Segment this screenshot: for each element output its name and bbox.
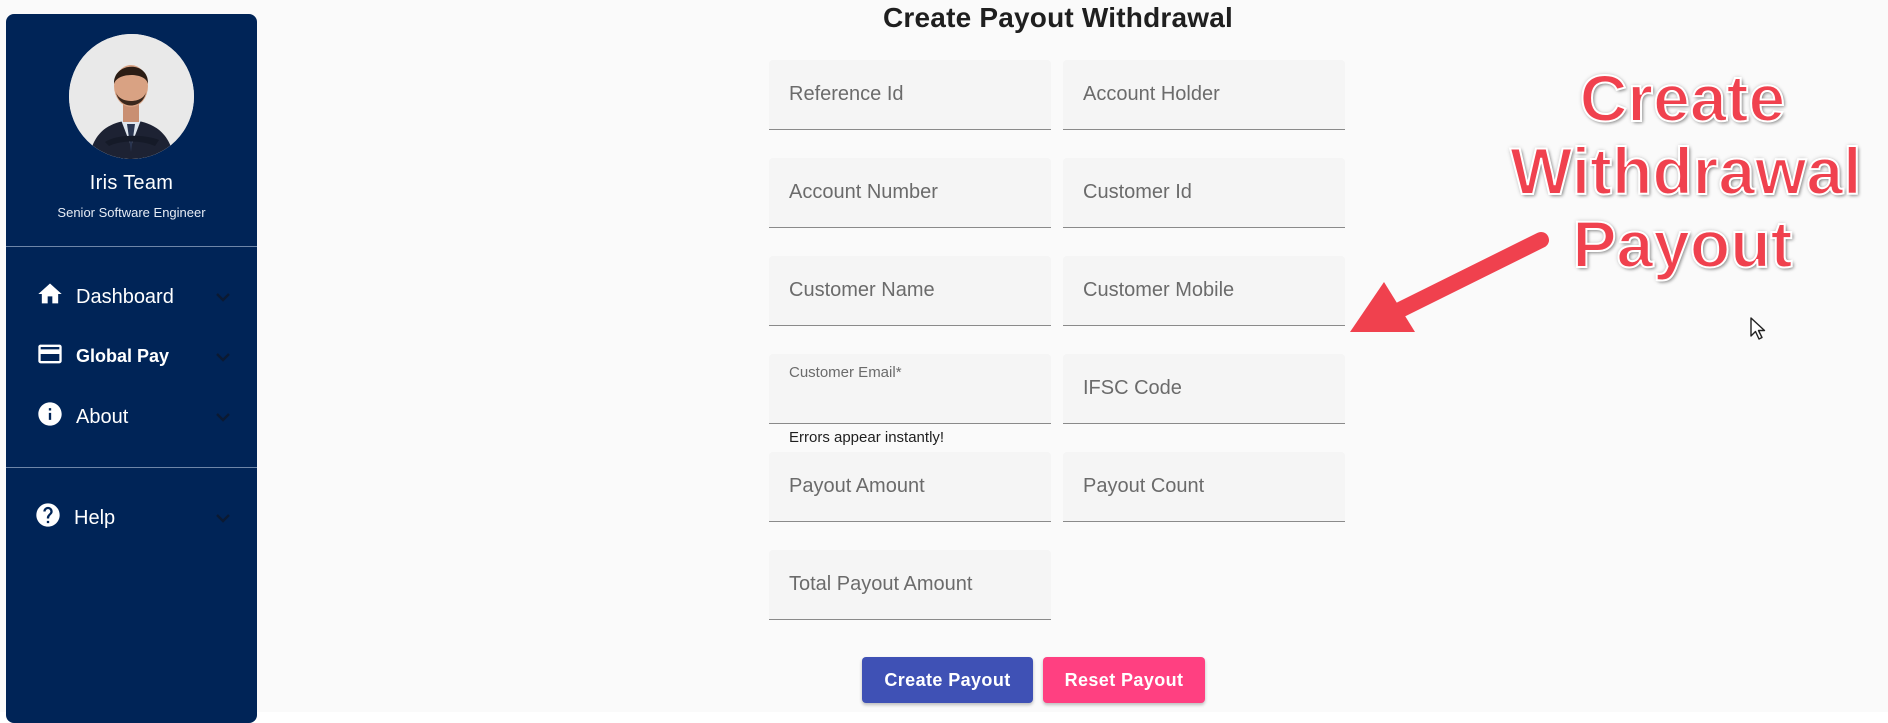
reference-id-input[interactable] (769, 60, 1051, 129)
chevron-down-icon (214, 350, 232, 364)
customer-id-field[interactable] (1063, 158, 1345, 228)
page-title: Create Payout Withdrawal (883, 2, 1233, 33)
account-number-input[interactable] (769, 158, 1051, 227)
sidebar-divider (6, 246, 257, 247)
chevron-down-icon (214, 290, 232, 304)
mouse-cursor-icon (1749, 316, 1767, 342)
sidebar: Iris Team Senior Software Engineer Dashb… (6, 14, 257, 723)
reset-payout-button[interactable]: Reset Payout (1043, 657, 1205, 703)
email-hint: Errors appear instantly! (789, 429, 945, 446)
sidebar-item-label: Dashboard (76, 286, 174, 308)
info-icon (36, 400, 64, 428)
credit-card-icon (36, 340, 64, 368)
annotation-line: Payout (1571, 207, 1793, 282)
account-holder-input[interactable] (1063, 60, 1345, 129)
reference-id-field[interactable] (769, 60, 1051, 130)
customer-name-field[interactable] (769, 256, 1051, 326)
user-name: Iris Team (89, 172, 174, 194)
sidebar-item-global-pay[interactable]: Global Pay (6, 340, 257, 380)
home-icon (36, 280, 64, 308)
total-payout-amount-input[interactable] (769, 550, 1051, 619)
customer-email-field[interactable]: Customer Email* (769, 354, 1051, 424)
chevron-down-icon (214, 511, 232, 525)
ifsc-code-input[interactable] (1063, 354, 1345, 423)
sidebar-item-dashboard[interactable]: Dashboard (6, 280, 257, 320)
payout-amount-input[interactable] (769, 452, 1051, 521)
annotation-arrow-icon (1340, 220, 1560, 340)
sidebar-item-label: Help (74, 507, 116, 529)
sidebar-item-about[interactable]: About (6, 400, 257, 440)
customer-mobile-input[interactable] (1063, 256, 1345, 325)
annotation-line: Create (1579, 61, 1786, 136)
annotation-line: Withdrawal (1509, 134, 1862, 209)
customer-id-input[interactable] (1063, 158, 1345, 227)
customer-email-input[interactable] (769, 354, 1051, 423)
account-holder-field[interactable] (1063, 60, 1345, 130)
sidebar-item-label: Global Pay (76, 346, 170, 366)
sidebar-item-label: About (76, 406, 129, 428)
sidebar-divider (6, 467, 257, 468)
avatar[interactable] (69, 34, 194, 159)
payout-count-input[interactable] (1063, 452, 1345, 521)
account-number-field[interactable] (769, 158, 1051, 228)
sidebar-item-help[interactable]: Help (6, 501, 257, 541)
ifsc-code-field[interactable] (1063, 354, 1345, 424)
create-payout-button[interactable]: Create Payout (862, 657, 1033, 703)
customer-name-input[interactable] (769, 256, 1051, 325)
customer-mobile-field[interactable] (1063, 256, 1345, 326)
total-payout-amount-field[interactable] (769, 550, 1051, 620)
user-role: Senior Software Engineer (57, 205, 206, 220)
help-icon (34, 501, 62, 529)
payout-count-field[interactable] (1063, 452, 1345, 522)
annotation-callout: Create Withdrawal Payout (1509, 61, 1862, 282)
chevron-down-icon (214, 410, 232, 424)
payout-amount-field[interactable] (769, 452, 1051, 522)
